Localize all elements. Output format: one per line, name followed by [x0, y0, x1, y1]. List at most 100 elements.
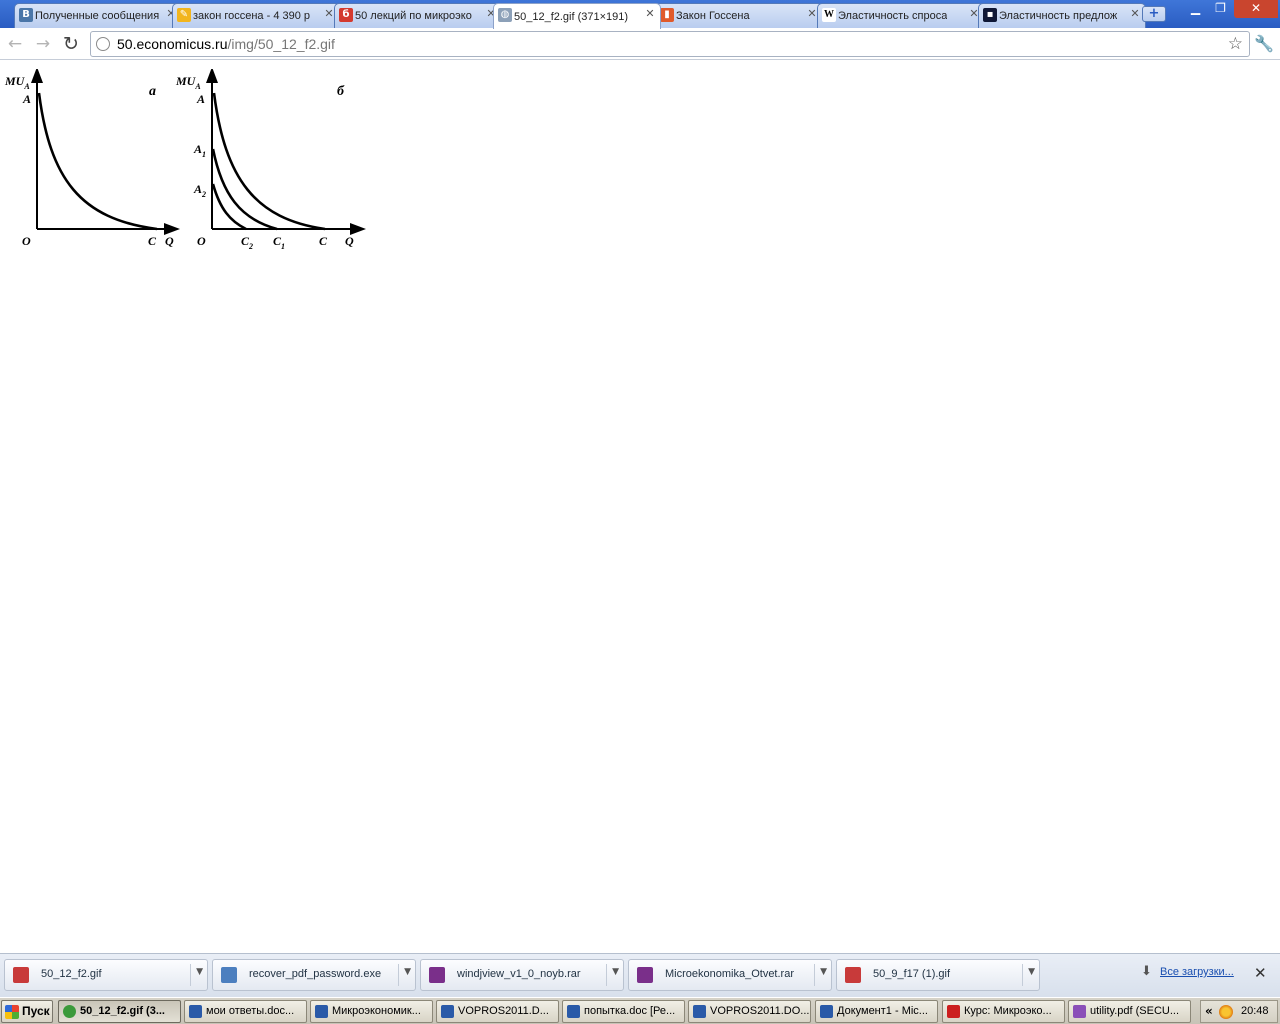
tab-1[interactable]: В Полученные сообщения ✕ — [14, 3, 182, 28]
download-item[interactable]: recover_pdf_password.exe ▼ — [212, 959, 416, 991]
taskbar: Пуск 50_12_f2.gif (3... мои ответы.doc...… — [0, 997, 1280, 1024]
download-item[interactable]: Microekonomika_Otvet.rar ▼ — [628, 959, 832, 991]
taskbar-item-label: VOPROS2011.DO... — [710, 1005, 810, 1017]
panel-b-c2-label: C2 — [241, 234, 253, 251]
panel-b: MUA A A1 A2 б O C2 C1 C Q — [175, 69, 366, 251]
winrar-icon — [637, 967, 653, 983]
panel-a-y-label: MUA — [4, 74, 30, 91]
panel-b-intercept-a1: A1 — [193, 142, 206, 159]
new-tab-button[interactable]: + — [1142, 6, 1166, 22]
taskbar-item-label: Документ1 - Mic... — [837, 1005, 928, 1017]
panel-b-curve-a — [212, 92, 326, 231]
marginal-utility-figure: MUA A а O C Q MUA A A1 A2 б O C2 C1 C Q — [4, 69, 366, 251]
browser-toolbar: ← → ↻ 50.economicus.ru/img/50_12_f2.gif … — [0, 28, 1280, 60]
panel-b-curve-a1 — [211, 148, 278, 231]
forward-button[interactable]: → — [32, 33, 54, 55]
taskbar-item-label: Курс: Микроэко... — [964, 1005, 1052, 1017]
download-name: 50_12_f2.gif — [41, 968, 102, 980]
dark-site-icon: ▪ — [983, 8, 997, 22]
panel-a-mu-curve — [37, 92, 158, 231]
tray-expand-icon[interactable]: « — [1205, 1004, 1213, 1018]
maximize-button[interactable]: ❐ — [1208, 0, 1233, 18]
start-button[interactable]: Пуск — [1, 1000, 53, 1023]
bookmark-red-icon: б — [339, 8, 353, 22]
download-menu-icon[interactable]: ▼ — [1028, 967, 1035, 977]
panel-b-c-label: C — [319, 234, 328, 248]
panel-a-intercept-label: A — [22, 92, 31, 106]
download-menu-icon[interactable]: ▼ — [612, 967, 619, 977]
close-shelf-button[interactable]: ✕ — [1254, 964, 1267, 982]
back-button[interactable]: ← — [4, 33, 26, 55]
tab-3[interactable]: б 50 лекций по микроэко ✕ — [334, 3, 502, 28]
wrench-menu-icon[interactable]: 🔧 — [1254, 34, 1274, 54]
taskbar-item[interactable]: VOPROS2011.DO... — [688, 1000, 811, 1023]
panel-a: MUA A а O C Q — [4, 69, 180, 248]
tab-title: 50 лекций по микроэко — [355, 10, 472, 22]
page-globe-icon — [96, 37, 110, 51]
bar-chart-icon: ▮ — [660, 8, 674, 22]
panel-a-title: а — [149, 84, 156, 99]
tab-7[interactable]: ▪ Эластичность предлож ✕ — [978, 3, 1146, 28]
tab-title: Полученные сообщения — [35, 10, 160, 22]
bookmark-star-icon[interactable]: ☆ — [1228, 34, 1243, 54]
taskbar-item[interactable]: Документ1 - Mic... — [815, 1000, 938, 1023]
tab-strip: В Полученные сообщения ✕ ✎ закон госсена - 4… — [0, 0, 1280, 29]
download-divider — [190, 964, 191, 986]
panel-b-q-label: Q — [345, 234, 354, 248]
word-icon — [820, 1005, 833, 1018]
word-icon — [315, 1005, 328, 1018]
url-text[interactable]: 50.economicus.ru/img/50_12_f2.gif — [117, 36, 335, 52]
vk-icon: В — [19, 8, 33, 22]
download-item[interactable]: 50_12_f2.gif ▼ — [4, 959, 208, 991]
download-name: recover_pdf_password.exe — [249, 968, 382, 980]
minimize-button[interactable]: ▁ — [1183, 0, 1208, 18]
download-menu-icon[interactable]: ▼ — [404, 967, 411, 977]
download-item[interactable]: 50_9_f17 (1).gif ▼ — [836, 959, 1040, 991]
download-divider — [1022, 964, 1023, 986]
close-window-button[interactable]: ✕ — [1234, 0, 1278, 18]
installer-icon — [221, 967, 237, 983]
tab-title: Закон Госсена — [676, 10, 750, 22]
taskbar-item-label: VOPROS2011.D... — [458, 1005, 549, 1017]
tab-close-icon[interactable]: ✕ — [644, 7, 656, 21]
taskbar-item[interactable]: мои ответы.doc... — [184, 1000, 307, 1023]
tab-6[interactable]: W Эластичность спроса ✕ — [817, 3, 985, 28]
taskbar-item[interactable]: 50_12_f2.gif (3... — [58, 1000, 181, 1023]
tab-title: закон госсена - 4 390 р — [193, 10, 311, 22]
winrar-icon — [429, 967, 445, 983]
tab-2[interactable]: ✎ закон госсена - 4 390 р ✕ — [172, 3, 340, 28]
taskbar-item[interactable]: Микроэкономик... — [310, 1000, 433, 1023]
word-icon — [567, 1005, 580, 1018]
panel-a-c-label: C — [148, 234, 157, 248]
tab-close-icon[interactable]: ✕ — [1129, 7, 1141, 21]
taskbar-item[interactable]: utility.pdf (SECU... — [1068, 1000, 1191, 1023]
download-menu-icon[interactable]: ▼ — [820, 967, 827, 977]
tab-4[interactable]: ◍ 50_12_f2.gif (371×191) ✕ — [493, 3, 661, 29]
panel-b-intercept-a2: A2 — [193, 182, 206, 199]
globe-icon: ◍ — [498, 8, 512, 22]
panel-b-intercept-a: A — [196, 92, 205, 106]
image-file-icon — [845, 967, 861, 983]
panel-b-origin-label: O — [197, 234, 206, 248]
download-shelf: 50_12_f2.gif ▼ recover_pdf_password.exe ▼ wi… — [0, 953, 1280, 997]
panel-a-origin-label: O — [22, 234, 31, 248]
panel-a-q-label: Q — [165, 234, 174, 248]
panel-b-title: б — [337, 84, 345, 99]
reload-button[interactable]: ↻ — [60, 33, 82, 55]
download-item[interactable]: windjview_v1_0_noyb.rar ▼ — [420, 959, 624, 991]
clock: 20:48 — [1241, 1005, 1269, 1017]
address-bar[interactable]: 50.economicus.ru/img/50_12_f2.gif ☆ — [90, 31, 1250, 57]
panel-b-y-label: MUA — [175, 74, 201, 91]
tray-app-icon[interactable] — [1219, 1005, 1233, 1019]
download-arrow-icon: ⬇ — [1141, 964, 1152, 979]
taskbar-item[interactable]: попытка.doc [Ре... — [562, 1000, 685, 1023]
taskbar-item[interactable]: VOPROS2011.D... — [436, 1000, 559, 1023]
tab-5[interactable]: ▮ Закон Госсена ✕ — [655, 3, 823, 28]
download-menu-icon[interactable]: ▼ — [196, 967, 203, 977]
taskbar-item[interactable]: Курс: Микроэко... — [942, 1000, 1065, 1023]
pdf-viewer-icon — [1073, 1005, 1086, 1018]
panel-b-c1-label: C1 — [273, 234, 285, 251]
taskbar-item-label: попытка.doc [Ре... — [584, 1005, 676, 1017]
all-downloads-link[interactable]: Все загрузки... — [1160, 966, 1234, 978]
word-icon — [189, 1005, 202, 1018]
